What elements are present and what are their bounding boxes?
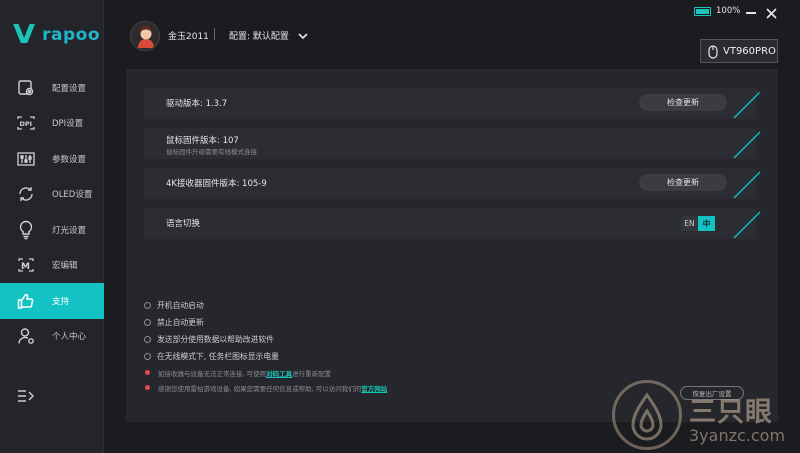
check-update-button[interactable]: 检查更新: [639, 94, 727, 111]
dpi-icon: DPI: [16, 113, 36, 133]
device-name: VT960PRO: [723, 45, 776, 57]
battery-fill: [696, 9, 709, 14]
pairing-note: 如接收器与设备无法正常连接, 可使用 对码工具 进行重新配置: [144, 365, 387, 380]
sidebar-item-support[interactable]: 支持: [0, 283, 104, 319]
svg-text:M: M: [21, 262, 30, 272]
check-update-button[interactable]: 检查更新: [639, 174, 727, 191]
option-disable-update[interactable]: 禁止自动更新: [144, 314, 387, 331]
row-corner-decor: [733, 91, 761, 119]
sidebar-item-label: DPI设置: [52, 119, 84, 130]
watermark: 三只眼 3yanzc.com: [606, 378, 800, 453]
option-label: 在无线模式下, 任务栏图标显示电量: [157, 352, 279, 361]
avatar[interactable]: [130, 21, 160, 51]
sidebar-item-config[interactable]: 配置设置: [0, 70, 104, 106]
minimize-button[interactable]: [746, 12, 756, 14]
option-tray-battery[interactable]: 在无线模式下, 任务栏图标显示电量: [144, 348, 387, 365]
watermark-cn: 三只眼: [689, 397, 773, 428]
sidebar-item-label: 个人中心: [52, 332, 87, 343]
official-site-link[interactable]: 官方网站: [361, 383, 387, 393]
username: 金玉2011: [168, 32, 209, 42]
language-label: 语言切换: [166, 219, 201, 229]
sidebar-item-label: 配置设置: [52, 83, 87, 94]
driver-version-row: 驱动版本: 1.3.7 检查更新: [144, 88, 761, 119]
option-send-usage[interactable]: 发送部分使用数据以帮助改进软件: [144, 331, 387, 348]
oled-icon: [16, 184, 36, 204]
thumbs-up-icon: [16, 291, 36, 311]
user-icon: [16, 326, 36, 346]
option-label: 禁止自动更新: [157, 318, 204, 327]
option-label: 开机自动启动: [157, 301, 204, 310]
config-icon: [16, 78, 36, 98]
sidebar-nav: 配置设置 DPI DPI设置 参数设置 OLED设置 灯光设置 M 宏编辑 支持…: [0, 70, 104, 354]
radio-icon[interactable]: [144, 336, 151, 343]
sidebar-item-profile[interactable]: 个人中心: [0, 319, 104, 355]
macro-icon: M: [16, 255, 36, 275]
sidebar-item-label: 支持: [52, 296, 70, 307]
pairing-tool-link[interactable]: 对码工具: [266, 368, 292, 378]
row-corner-decor: [733, 131, 761, 159]
alert-dot-icon: [145, 385, 150, 390]
sidebar-item-params[interactable]: 参数设置: [0, 141, 104, 177]
website-note: 感谢您使用雷柏游戏设备, 如果您需要任何信息或帮助, 可以访问我们的 官方网站: [144, 380, 387, 395]
radio-icon[interactable]: [144, 353, 151, 360]
mouse-firmware-note: 鼠标固件升级需要有线模式连接: [166, 148, 257, 156]
option-label: 发送部分使用数据以帮助改进软件: [157, 335, 274, 344]
params-icon: [16, 149, 36, 169]
sidebar-item-label: 参数设置: [52, 154, 87, 165]
sidebar-item-label: 灯光设置: [52, 225, 87, 236]
radio-icon[interactable]: [144, 319, 151, 326]
logo-mark: V: [12, 20, 36, 50]
battery-percent: 100%: [716, 6, 741, 16]
sidebar-item-oled[interactable]: OLED设置: [0, 177, 104, 213]
language-row: 语言切换 EN 中: [144, 208, 761, 239]
mouse-firmware-label: 鼠标固件版本: 107: [166, 136, 239, 146]
receiver-firmware-label: 4K接收器固件版本: 105-9: [166, 179, 267, 189]
battery-icon: [694, 7, 711, 16]
sidebar-item-label: OLED设置: [52, 190, 93, 201]
option-autostart[interactable]: 开机自动启动: [144, 297, 387, 314]
rapoo-logo: V rapoo: [12, 20, 100, 50]
close-icon[interactable]: [765, 5, 778, 19]
language-zh[interactable]: 中: [698, 216, 715, 231]
sidebar-item-lighting[interactable]: 灯光设置: [0, 212, 104, 248]
driver-version-label: 驱动版本: 1.3.7: [166, 99, 228, 109]
sidebar-item-macro[interactable]: M 宏编辑: [0, 248, 104, 284]
header-separator: [214, 28, 215, 40]
bulb-icon: [16, 220, 36, 240]
mouse-icon: [707, 44, 719, 59]
receiver-firmware-row: 4K接收器固件版本: 105-9 检查更新: [144, 168, 761, 199]
note-text: 进行重新配置: [292, 369, 332, 378]
logo-text: rapoo: [42, 25, 101, 45]
sidebar: V rapoo 配置设置 DPI DPI设置 参数设置 OLED设置 灯光设置 …: [0, 0, 104, 453]
language-toggle[interactable]: EN 中: [681, 216, 715, 231]
config-selector[interactable]: 配置: 默认配置: [229, 29, 289, 42]
sidebar-item-label: 宏编辑: [52, 261, 78, 272]
chevron-down-icon[interactable]: [297, 27, 309, 40]
watermark-eye-icon: [612, 380, 682, 450]
alert-dot-icon: [145, 370, 150, 375]
note-text: 如接收器与设备无法正常连接, 可使用: [158, 369, 267, 378]
language-en[interactable]: EN: [681, 216, 698, 231]
options-list: 开机自动启动 禁止自动更新 发送部分使用数据以帮助改进软件 在无线模式下, 任务…: [144, 297, 387, 395]
mouse-firmware-row: 鼠标固件版本: 107 鼠标固件升级需要有线模式连接: [144, 128, 761, 159]
row-corner-decor: [733, 211, 761, 239]
radio-icon[interactable]: [144, 302, 151, 309]
note-text: 感谢您使用雷柏游戏设备, 如果您需要任何信息或帮助, 可以访问我们的: [158, 384, 362, 393]
collapse-menu-icon[interactable]: [16, 388, 36, 408]
row-corner-decor: [733, 171, 761, 199]
sidebar-item-dpi[interactable]: DPI DPI设置: [0, 106, 104, 142]
watermark-url: 3yanzc.com: [689, 426, 786, 445]
svg-text:DPI: DPI: [20, 120, 33, 128]
device-selector[interactable]: VT960PRO: [700, 39, 778, 63]
